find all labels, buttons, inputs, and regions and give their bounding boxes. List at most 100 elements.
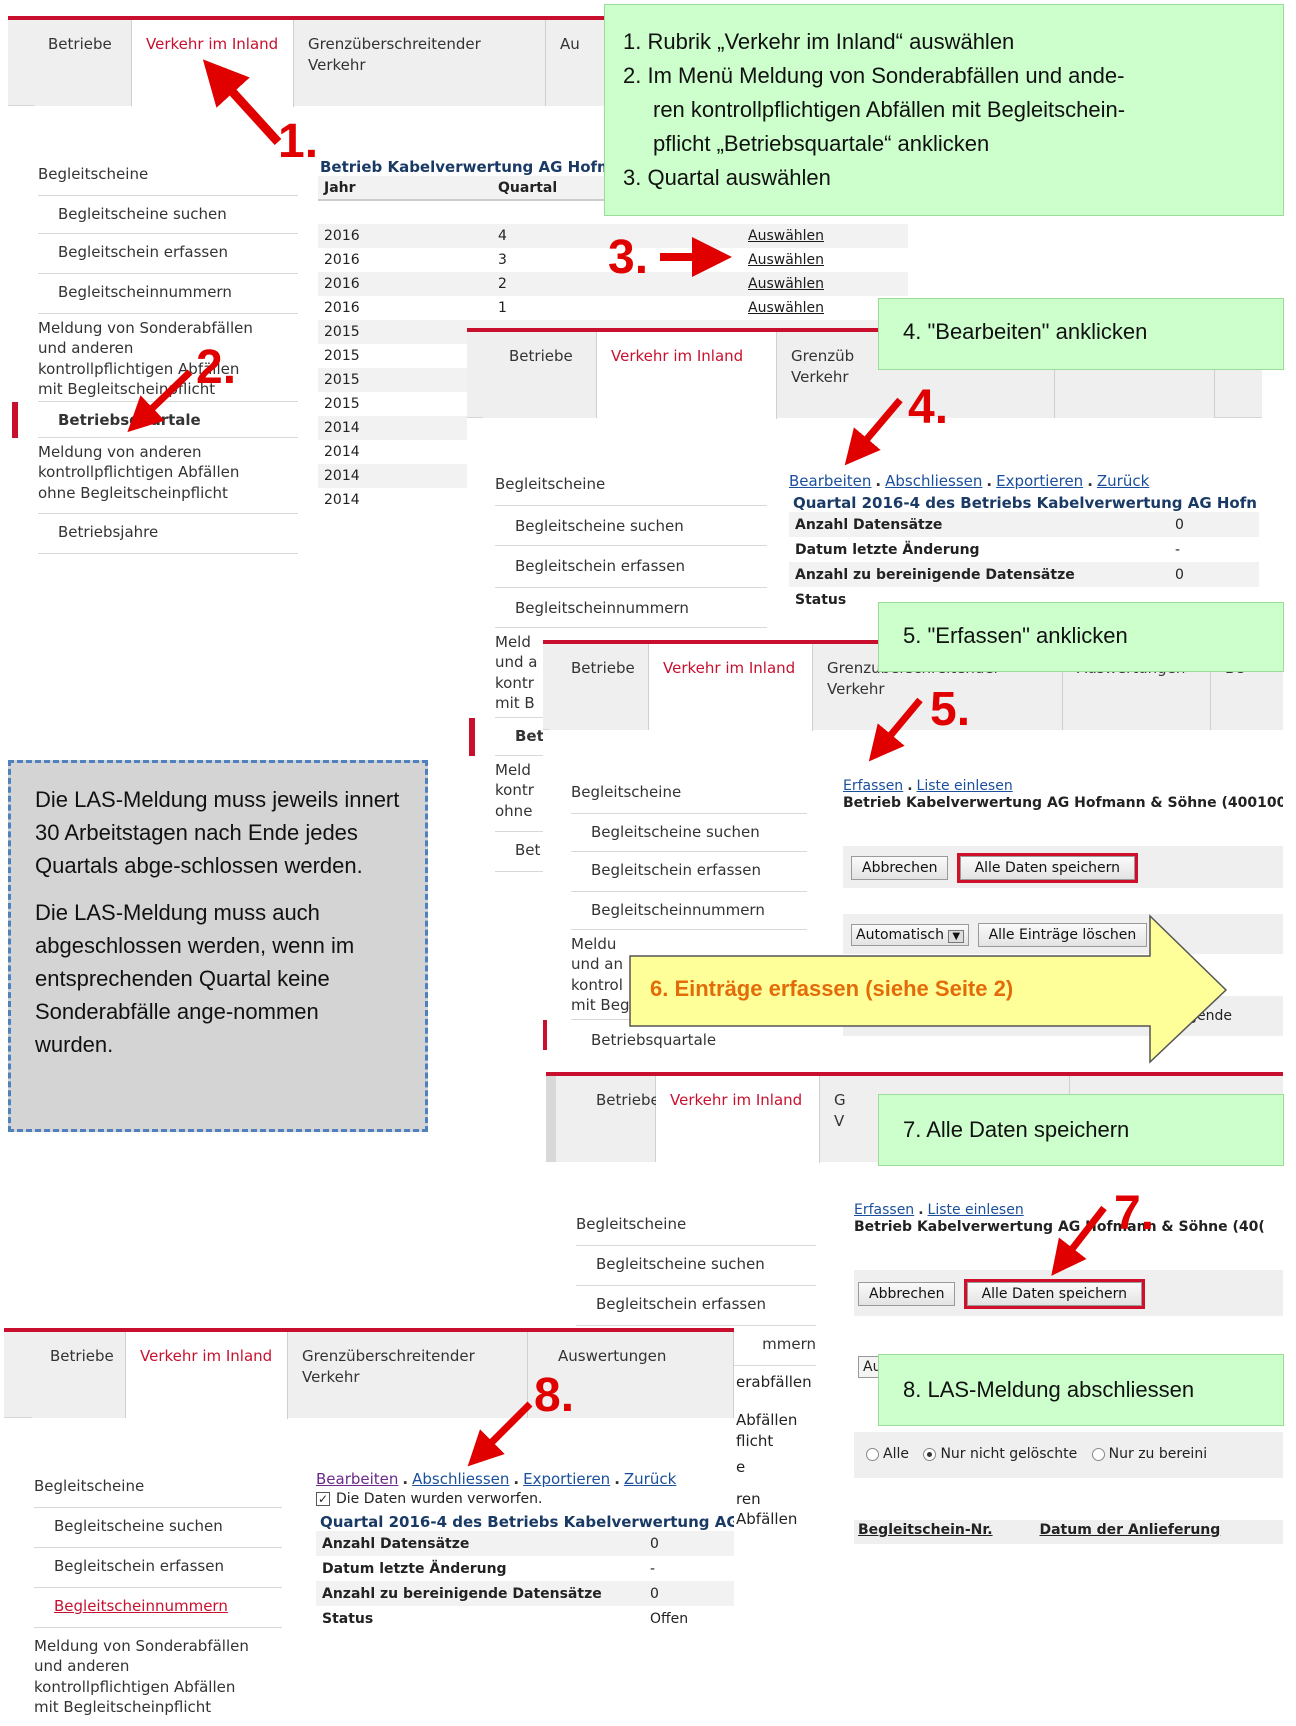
- cell-jahr: 2015: [318, 368, 492, 392]
- nav-begleitscheine-suchen[interactable]: Begleitscheine suchen: [34, 1508, 282, 1548]
- quartal-details: Anzahl Datensätze 0 Datum letzte Änderung -…: [789, 512, 1259, 612]
- tab-label: Verkehr: [302, 1368, 360, 1386]
- result-table-header: Begleitschein-Nr. Datum der Anlieferung: [858, 1522, 1220, 1538]
- nav-begleitscheinnummern[interactable]: Begleitscheinnummern: [571, 892, 807, 930]
- radio-label: Nur nicht gelöschte: [923, 1008, 1061, 1024]
- nav-begleitscheine[interactable]: Begleitscheine: [576, 1204, 816, 1246]
- abbrechen-button[interactable]: Abbrechen: [858, 1282, 956, 1306]
- nav-begleitscheinnummern[interactable]: Begleitscheinnummern: [34, 1588, 282, 1628]
- nav-betriebsquartale[interactable]: Betriebsquartale: [38, 402, 298, 438]
- radio-alle[interactable]: Alle: [866, 1446, 909, 1462]
- auswaehlen-link[interactable]: Auswählen: [748, 252, 824, 268]
- nav-begleitscheine[interactable]: Begleitscheine: [495, 464, 767, 506]
- nav-begleitschein-erfassen[interactable]: Begleitschein erfassen: [38, 234, 298, 274]
- bearbeiten-link[interactable]: Bearbeiten: [316, 1470, 398, 1488]
- detail-value: 0: [644, 1581, 734, 1606]
- nav-begleitscheine[interactable]: Begleitscheine: [38, 158, 298, 196]
- abbrechen-button[interactable]: Abbrechen: [851, 856, 949, 880]
- nav-label: Begleitschein erfassen: [515, 557, 685, 575]
- col-datum-der-anlieferung[interactable]: Datum der Anlieferung: [1039, 1522, 1220, 1538]
- radio-alle[interactable]: Alle: [851, 1008, 894, 1024]
- nav-begleitschein-erfassen[interactable]: Begleitschein erfassen: [34, 1548, 282, 1588]
- nav-betriebsquartale[interactable]: Betriebsquartale: [571, 1020, 807, 1054]
- tab-betriebe[interactable]: Betriebe: [549, 644, 649, 730]
- nav-label: Begleitscheine: [576, 1215, 687, 1233]
- nav-begleitscheine[interactable]: Begleitscheine: [34, 1466, 282, 1508]
- exportieren-link[interactable]: Exportieren: [996, 472, 1083, 490]
- tab-betriebe[interactable]: Betriebe: [483, 332, 597, 418]
- tab-label: Verkehr im Inland: [663, 659, 796, 677]
- nav-begleitscheinnummern[interactable]: Begleitscheinnummern: [495, 588, 767, 628]
- exportieren-link[interactable]: Exportieren: [523, 1470, 610, 1488]
- tab-verkehr-im-inland[interactable]: Verkehr im Inland: [132, 20, 294, 107]
- automatisch-select[interactable]: Automatisch ▼: [851, 924, 970, 946]
- nav-meldung-mit-begleitscheinpflicht[interactable]: Meldung von Sonderabfällen und anderen k…: [38, 314, 298, 402]
- tab-grenzueberschreitender-verkehr[interactable]: Grenzüberschreitender Verkehr: [288, 1332, 528, 1418]
- nav-begleitschein-erfassen[interactable]: Begleitschein erfassen: [495, 546, 767, 588]
- radio-icon: [906, 1009, 920, 1023]
- bearbeiten-link[interactable]: Bearbeiten: [789, 472, 871, 490]
- nav-meldung-mit-begleitscheinpflicht[interactable]: Meldung von Sonderabfällen und anderen k…: [34, 1628, 282, 1726]
- nav-meldung-ohne-begleitscheinpflicht[interactable]: Meldung von anderen kontrollpflichtigen …: [38, 438, 298, 514]
- liste-einlesen-link[interactable]: Liste einlesen: [917, 778, 1013, 794]
- radio-icon: [1091, 1447, 1105, 1461]
- note-text: 8. LAS-Meldung abschliessen: [903, 1377, 1195, 1402]
- radio-nur-zu-bereinigende[interactable]: Nur zu bereinigende: [1072, 1008, 1232, 1024]
- nav-meldung-fragment[interactable]: erabfällen Abfällen flicht e ren Abfälle…: [736, 1366, 836, 1530]
- nav-begleitscheine[interactable]: Begleitscheine: [571, 772, 807, 814]
- tab-bar: Betriebe Verkehr im Inland Grenzüberschr…: [8, 20, 668, 107]
- nav-begleitscheinnummern[interactable]: Begleitscheinnummern: [38, 274, 298, 314]
- erfassen-link[interactable]: Erfassen: [854, 1202, 914, 1218]
- selected-indicator: [543, 1020, 547, 1050]
- abschliessen-link[interactable]: Abschliessen: [885, 472, 982, 490]
- cell-jahr: 2016: [324, 252, 360, 268]
- nav-begleitscheine-suchen[interactable]: Begleitscheine suchen: [495, 506, 767, 546]
- cell-jahr: 2014: [318, 416, 492, 440]
- tab-verkehr-im-inland[interactable]: Verkehr im Inland: [649, 644, 813, 731]
- tab-label: Betriebe: [509, 347, 573, 365]
- nav-begleitscheine-suchen[interactable]: Begleitscheine suchen: [38, 196, 298, 234]
- step-number-7: 7.: [1114, 1187, 1155, 1240]
- nav-label: Bet: [515, 727, 544, 745]
- shot2-content: Bearbeiten. Abschliessen. Exportieren. Zurü…: [789, 472, 1259, 612]
- radio-nur-nicht-geloeschte[interactable]: Nur nicht gelöschte: [906, 1008, 1060, 1024]
- radio-nur-zu-bereinigende[interactable]: Nur zu bereini: [1091, 1446, 1207, 1462]
- tab-label: Auswertungen: [558, 1347, 667, 1365]
- tab-verkehr-im-inland[interactable]: Verkehr im Inland: [597, 332, 777, 419]
- detail-row: Status Offen: [316, 1606, 734, 1631]
- chevron-down-icon: ▼: [948, 930, 965, 943]
- tab-betriebe[interactable]: Betriebe: [34, 20, 132, 106]
- erfassen-link[interactable]: Erfassen: [843, 778, 903, 794]
- zurueck-link[interactable]: Zurück: [624, 1470, 676, 1488]
- nav-betriebsjahre[interactable]: Betriebsjahre: [38, 514, 298, 554]
- auswaehlen-link[interactable]: Auswählen: [748, 300, 824, 316]
- tab-grenzueberschreitender-verkehr[interactable]: Grenzüberschreitender Verkehr: [294, 20, 546, 106]
- nav-begleitscheine-suchen[interactable]: Begleitscheine suchen: [576, 1246, 816, 1286]
- auswaehlen-link[interactable]: Auswählen: [748, 228, 824, 244]
- select-value: Automatisch: [856, 927, 944, 943]
- nav-begleitscheine-suchen[interactable]: Begleitscheine suchen: [571, 814, 807, 852]
- alle-daten-speichern-button[interactable]: Alle Daten speichern: [956, 853, 1139, 883]
- betrieb-heading: Betrieb Kabelverwertung AG Hofmann & Söh…: [854, 1219, 1265, 1235]
- nav-label-line: kontrollpflichtigen Abfällen: [38, 463, 240, 482]
- nav-begleitschein-erfassen[interactable]: Begleitschein erfassen: [576, 1286, 816, 1326]
- alle-daten-speichern-button[interactable]: Alle Daten speichern: [963, 1279, 1146, 1309]
- tab-verkehr-im-inland[interactable]: Verkehr im Inland: [126, 1332, 288, 1419]
- tab-betriebe[interactable]: Betriebe: [32, 1332, 126, 1418]
- tab-betriebe[interactable]: Betriebe: [546, 1076, 660, 1162]
- liste-einlesen-link[interactable]: Liste einlesen: [928, 1202, 1024, 1218]
- auswaehlen-link[interactable]: Auswählen: [748, 276, 824, 292]
- nav-label-line: kontrollpflichtigen Abfällen: [38, 359, 240, 378]
- nav-label-line: mit Begleitscheinpflicht: [38, 379, 216, 398]
- radio-nur-nicht-geloeschte[interactable]: Nur nicht gelöschte: [923, 1446, 1077, 1462]
- alle-eintraege-loeschen-button[interactable]: Alle Einträge löschen: [977, 923, 1148, 947]
- zurueck-link[interactable]: Zurück: [1097, 472, 1149, 490]
- cell-jahr: 2014: [318, 464, 492, 488]
- nav-begleitschein-erfassen[interactable]: Begleitschein erfassen: [571, 852, 807, 892]
- tab-label: Verkehr im Inland: [140, 1347, 273, 1365]
- radio-label: Alle: [883, 1446, 909, 1462]
- tab-verkehr-im-inland[interactable]: Verkehr im Inland: [656, 1076, 820, 1163]
- nav-meldung-mit-fragment[interactable]: Meldu und an kontrol mit Beg: [571, 930, 807, 1020]
- col-begleitschein-nr[interactable]: Begleitschein-Nr.: [858, 1522, 993, 1538]
- abschliessen-link[interactable]: Abschliessen: [412, 1470, 509, 1488]
